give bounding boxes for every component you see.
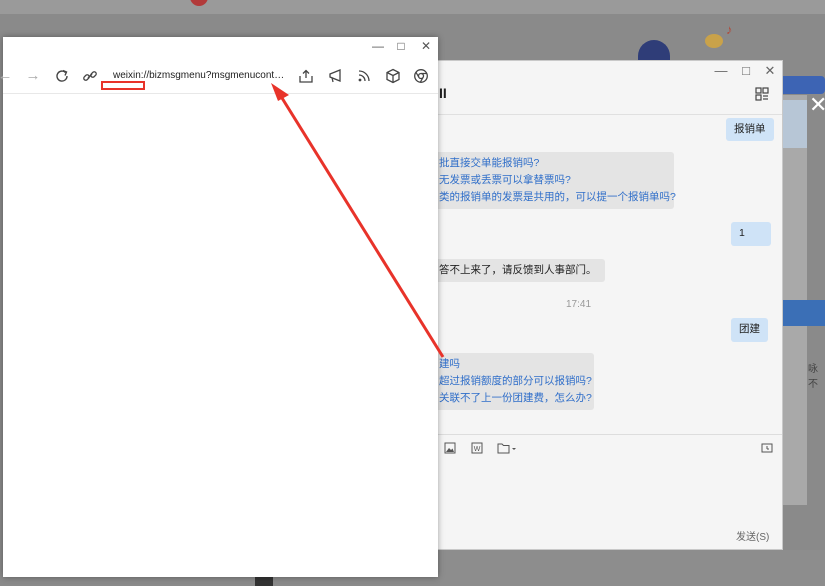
annotation-arrow [271, 83, 445, 358]
annotation-arrow-head [271, 83, 289, 101]
annotation-arrow-line [280, 97, 445, 358]
